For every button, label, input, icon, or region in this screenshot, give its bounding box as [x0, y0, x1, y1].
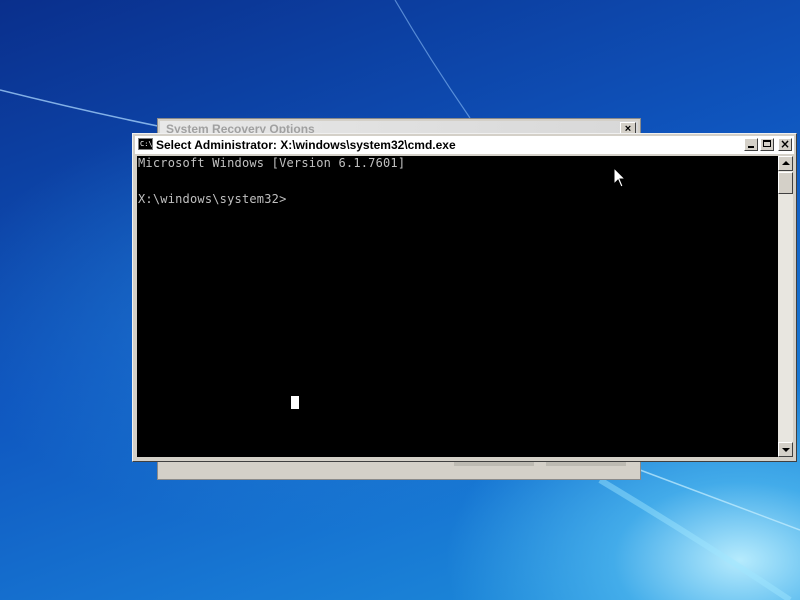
cmd-titlebar[interactable]: C:\ Select Administrator: X:\windows\sys… — [135, 136, 794, 154]
cmd-window[interactable]: C:\ Select Administrator: X:\windows\sys… — [132, 133, 797, 462]
vertical-scrollbar[interactable] — [778, 156, 793, 457]
console-line-prompt: X:\windows\system32> — [138, 192, 287, 206]
console-output-area[interactable]: Microsoft Windows [Version 6.1.7601] X:\… — [137, 156, 778, 457]
console-line-version: Microsoft Windows [Version 6.1.7601] — [138, 156, 406, 170]
scrollbar-thumb[interactable] — [778, 172, 793, 194]
arrow-up-icon — [782, 161, 790, 165]
scroll-up-button[interactable] — [778, 156, 793, 171]
mouse-pointer-icon — [613, 167, 627, 188]
minimize-icon — [748, 146, 754, 148]
close-button[interactable]: × — [778, 137, 792, 151]
text-cursor — [291, 396, 299, 409]
desktop-background: System Recovery Options × C:\ Select Adm… — [0, 0, 800, 600]
arrow-down-icon — [782, 448, 790, 452]
minimize-button[interactable] — [744, 138, 758, 151]
cmd-icon[interactable]: C:\ — [138, 138, 153, 150]
scroll-down-button[interactable] — [778, 442, 793, 457]
cmd-window-title: Select Administrator: X:\windows\system3… — [156, 138, 456, 152]
maximize-button[interactable] — [760, 138, 774, 151]
close-icon: × — [779, 137, 791, 151]
maximize-icon — [763, 140, 771, 147]
